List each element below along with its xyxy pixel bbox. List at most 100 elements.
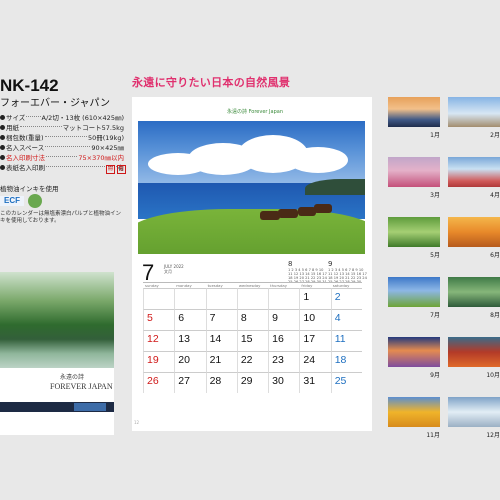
month-thumbnail-label: 8月 <box>490 312 500 319</box>
leader-dots <box>45 145 91 147</box>
leader-dots <box>46 155 78 157</box>
day-cell: 8 <box>236 309 269 330</box>
horse <box>314 204 332 213</box>
forest-lake-photo <box>0 272 114 368</box>
grass-field <box>138 209 365 254</box>
day-cell: 29 <box>236 372 269 393</box>
month-thumbnail-label: 3月 <box>430 192 440 199</box>
day-cell: 4 <box>330 309 362 330</box>
spec-value: A/2切・13枚 (610×425㎜) <box>41 114 124 122</box>
spec-label: 名入スペース <box>6 144 45 152</box>
month-thumbnail <box>448 217 500 247</box>
spec-row: 名入印刷寸法 75×370㎜以内 <box>0 152 124 162</box>
leader-dots <box>20 125 62 127</box>
cover-brand: FOREVER JAPAN <box>50 382 113 391</box>
month-thumbnail-label: 11月 <box>426 432 440 439</box>
day-cell: 1 <box>299 288 331 309</box>
day-cell <box>268 288 300 309</box>
day-cell: 24 <box>299 351 331 372</box>
month-thumbnail-label: 6月 <box>490 252 500 259</box>
bullet-icon <box>0 134 5 140</box>
bullet-icon <box>0 124 5 130</box>
product-name: フォーエバー・ジャパン <box>0 98 110 109</box>
day-cell: 31 <box>299 372 331 393</box>
headline: 永遠に守りたい日本の自然風景 <box>132 76 291 89</box>
vegetable-oil-ink-icon <box>28 194 42 208</box>
month-thumbnail-label: 12月 <box>486 432 500 439</box>
spec-label: 梱包数(重量) <box>6 134 44 142</box>
day-cell: 11 <box>330 330 362 351</box>
calendar-cover-thumbnail: 永遠の詩 FOREVER JAPAN <box>0 272 114 435</box>
spec-value: 50冊(19kg) <box>87 134 124 142</box>
eco-description: このカレンダーは無塩素漂白パルプと植物油インキを使用しております。 <box>0 211 122 224</box>
day-cell: 22 <box>236 351 269 372</box>
month-thumbnail <box>388 397 440 427</box>
bullet-icon <box>0 144 5 150</box>
mini-calendar-next: 8 1 2 3 4 5 6 7 8 9 10 11 12 13 14 15 16… <box>288 260 328 284</box>
month-thumbnail-label: 7月 <box>430 312 440 319</box>
day-cell <box>236 288 269 309</box>
day-cell: 6 <box>174 309 206 330</box>
spec-row: 用紙 マットコート57.5kg <box>0 122 124 132</box>
day-cell: 12 <box>143 330 175 351</box>
tag-row: 冊 包 <box>106 165 126 174</box>
bullet-icon <box>0 164 5 170</box>
spec-list: サイズ A/2切・13枚 (610×425㎜) 用紙 マットコート57.5kg 梱包数(… <box>0 112 124 172</box>
day-cell: 18 <box>330 351 362 372</box>
bullet-icon <box>0 154 5 160</box>
day-cell <box>205 288 237 309</box>
spec-row: サイズ A/2切・13枚 (610×425㎜) <box>0 112 124 122</box>
day-cell: 7 <box>205 309 237 330</box>
bullet-icon <box>0 114 5 120</box>
day-cell: 14 <box>205 330 237 351</box>
day-cell: 10 <box>299 309 331 330</box>
day-grid: 1 2 5 6 7 8 9 10 4 12 13 14 15 16 17 11 19 20 21 22 23 24 18 26… <box>143 288 362 393</box>
month-subtitle: JULY 2022 文月 <box>164 264 184 274</box>
leader-dots <box>26 115 41 117</box>
day-cell <box>174 288 206 309</box>
month-thumbnail <box>448 157 500 187</box>
cover-logo-block <box>74 403 106 411</box>
spec-label: 名入印刷寸法 <box>6 154 45 162</box>
horses-seaside-photo <box>138 121 365 254</box>
month-thumbnail <box>448 397 500 427</box>
month-thumbnail <box>388 217 440 247</box>
month-thumbnail <box>448 277 500 307</box>
day-cell: 21 <box>205 351 237 372</box>
month-thumbnail-label: 10月 <box>486 372 500 379</box>
day-cell: 2 <box>330 288 362 309</box>
day-cell: 5 <box>143 309 175 330</box>
day-cell <box>143 288 175 309</box>
mini-calendar-month: 8 <box>288 260 293 268</box>
month-thumbnail <box>448 97 500 127</box>
spec-label: 表紙名入印刷 <box>6 164 45 172</box>
spec-row: 名入スペース 90×425㎜ <box>0 142 124 152</box>
month-thumbnail-label: 4月 <box>490 192 500 199</box>
month-thumbnail <box>388 97 440 127</box>
month-japanese: 文月 <box>164 269 172 274</box>
cover-title: 永遠の詩 <box>60 374 85 381</box>
mini-calendar-following: 9 1 2 3 4 5 6 7 8 9 10 11 12 13 14 15 16… <box>328 260 368 284</box>
month-thumbnail-label: 2月 <box>490 132 500 139</box>
day-cell: 30 <box>268 372 300 393</box>
horse <box>260 211 280 220</box>
page-number: 12 <box>134 420 140 425</box>
month-thumbnail-label: 9月 <box>430 372 440 379</box>
calendar-sheet: 永遠の詩 Forever Japan 7 JULY 2022 文月 8 1 2 … <box>132 97 372 431</box>
mini-calendar-month: 9 <box>328 260 333 268</box>
horse <box>278 209 298 218</box>
cloud <box>288 147 348 173</box>
day-cell: 26 <box>143 372 175 393</box>
month-thumbnail <box>448 337 500 367</box>
ink-note: 植物油インキを使用 <box>0 185 59 193</box>
spec-value: 90×425㎜ <box>91 144 124 152</box>
month-grid: sunday monday tuesday wednesday thursday… <box>143 282 362 393</box>
sheet-logo: 永遠の詩 Forever Japan <box>227 109 283 115</box>
day-cell: 19 <box>143 351 175 372</box>
spec-value: 75×370㎜以内 <box>78 154 124 162</box>
month-thumbnail <box>388 337 440 367</box>
day-cell: 9 <box>268 309 300 330</box>
tag-badge: 包 <box>117 165 126 174</box>
day-cell: 15 <box>236 330 269 351</box>
spec-label: 用紙 <box>6 124 19 132</box>
